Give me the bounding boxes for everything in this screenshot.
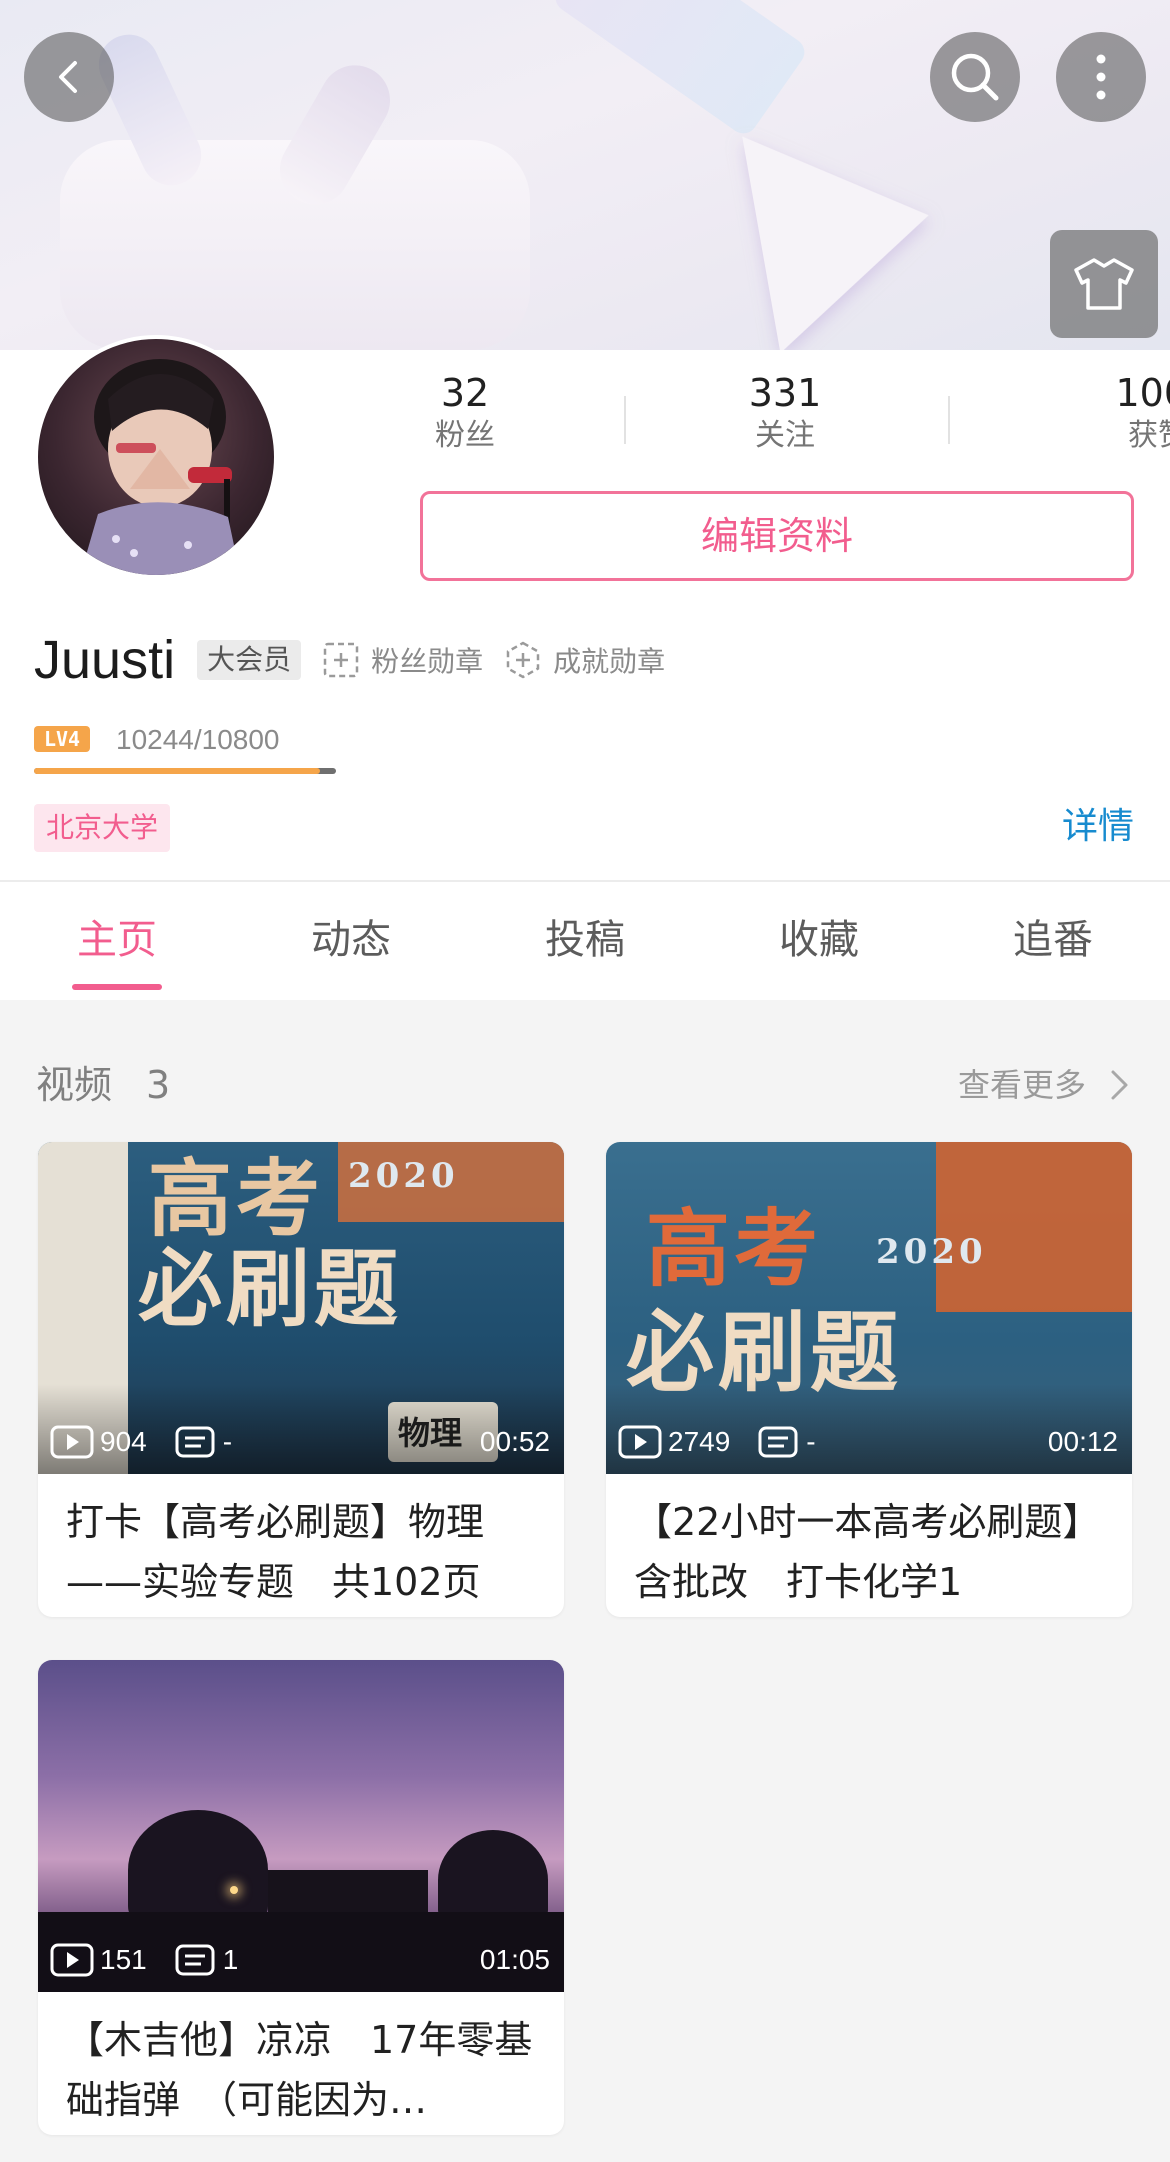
danmaku-count-value: 1: [222, 1944, 239, 1975]
level-badge: LV4: [34, 726, 90, 752]
more-button[interactable]: [1056, 32, 1146, 122]
thumb-year: 2020: [348, 1156, 459, 1196]
avatar[interactable]: [34, 335, 278, 579]
tab-submissions[interactable]: 投稿: [468, 882, 702, 1002]
video-card[interactable]: 高考 2020 必刷题 物理 904 - 00:52 打卡【高考必刷题】物理——…: [38, 1142, 564, 1617]
video-meta: 904 - 00:52: [50, 1422, 550, 1462]
video-card[interactable]: 151 1 01:05 【木吉他】凉凉 17年零基础指弹 （可能因为…: [38, 1660, 564, 2135]
achievement-badge-label: 成就勋章: [553, 645, 666, 678]
video-thumbnail: 高考 2020 必刷题 2749 - 00:12: [606, 1142, 1132, 1474]
play-count: 904: [50, 1425, 147, 1459]
tab-dynamics[interactable]: 动态: [234, 882, 468, 1002]
search-button[interactable]: [930, 32, 1020, 122]
video-title: 【22小时一本高考必刷题】含批改 打卡化学1: [634, 1500, 1101, 1604]
thumb-year: 2020: [876, 1232, 987, 1272]
school-tag[interactable]: 北京大学: [34, 804, 171, 852]
play-icon: [618, 1425, 662, 1459]
video-meta: 2749 - 00:12: [618, 1422, 1118, 1462]
add-badge-icon: [323, 642, 359, 678]
following-label: 关注: [755, 418, 815, 453]
danmaku-count: -: [173, 1425, 232, 1459]
active-tab-indicator: [72, 984, 162, 990]
back-button[interactable]: [24, 32, 114, 122]
thumb-light: [230, 1886, 238, 1894]
details-link[interactable]: 详情: [1062, 802, 1134, 852]
shirt-icon: [1074, 258, 1134, 310]
banner-decoration: [550, 0, 810, 139]
name-row: Juusti 大会员 粉丝勋章 成就勋章: [34, 630, 665, 690]
username: Juusti: [34, 630, 176, 690]
add-achievement-icon: [506, 641, 540, 679]
danmaku-icon: [175, 1426, 215, 1458]
video-duration: 01:05: [479, 1944, 550, 1975]
video-duration: 00:12: [1047, 1426, 1118, 1457]
video-meta: 151 1 01:05: [50, 1940, 550, 1980]
video-thumbnail: 151 1 01:05: [38, 1660, 564, 1992]
search-icon: [951, 53, 999, 101]
chevron-right-icon: [1111, 1070, 1128, 1100]
avatar-photo: [80, 359, 241, 575]
danmaku-icon: [175, 1944, 215, 1976]
danmaku-count-value: -: [222, 1426, 233, 1457]
danmaku-count: 1: [173, 1943, 239, 1977]
profile-tabs: 主页 动态 投稿 收藏 追番: [0, 880, 1170, 1000]
likes-count: 100: [1115, 371, 1170, 415]
exp-progress-fill: [34, 768, 321, 774]
video-card[interactable]: 高考 2020 必刷题 2749 - 00:12 【22小时一本高考必刷题】含批…: [606, 1142, 1132, 1617]
stat-following[interactable]: 331 关注: [690, 370, 880, 456]
stat-divider: [948, 396, 950, 444]
play-count-value: 904: [100, 1426, 147, 1457]
exp-text: 10244/10800: [116, 724, 280, 755]
videos-section-header: 视频 3 查看更多: [36, 1055, 1136, 1115]
danmaku-icon: [758, 1426, 798, 1458]
vip-badge[interactable]: 大会员: [197, 640, 302, 680]
profile-header: 32 粉丝 331 关注 100 获赞 编辑资料 Juusti 大会员 粉丝勋章: [0, 335, 1170, 880]
profile-stats: 32 粉丝 331 关注 100 获赞: [370, 370, 1170, 453]
chevron-left-icon: [59, 61, 77, 93]
theme-button[interactable]: [1050, 230, 1158, 338]
danmaku-count: -: [756, 1425, 816, 1459]
stat-likes[interactable]: 100 获赞: [1010, 370, 1170, 456]
tab-favorites[interactable]: 收藏: [702, 882, 936, 1002]
video-title: 【木吉他】凉凉 17年零基础指弹 （可能因为…: [66, 2018, 533, 2122]
more-vertical-icon: [1096, 54, 1106, 100]
thumb-stripe: [936, 1142, 1132, 1312]
view-more-link[interactable]: 查看更多: [958, 1055, 1136, 1115]
level-row[interactable]: LV4 10244/10800: [34, 720, 354, 780]
play-count-value: 151: [100, 1944, 147, 1975]
play-count-value: 2749: [668, 1426, 731, 1457]
achievement-badge-button[interactable]: 成就勋章: [503, 640, 665, 680]
play-icon: [50, 1943, 94, 1977]
following-count: 331: [748, 371, 822, 415]
view-more-label: 查看更多: [957, 1066, 1086, 1104]
stat-fans[interactable]: 32 粉丝: [370, 370, 560, 456]
videos-count: 3: [146, 1063, 171, 1107]
video-duration: 00:52: [479, 1426, 550, 1457]
tab-bangumi[interactable]: 追番: [936, 882, 1170, 1002]
stat-divider: [624, 396, 626, 444]
thumb-text: 必刷题: [138, 1239, 403, 1338]
profile-banner: [0, 0, 1170, 350]
play-icon: [50, 1425, 94, 1459]
edit-profile-button[interactable]: 编辑资料: [420, 491, 1134, 581]
fans-count: 32: [440, 371, 490, 415]
videos-section-title: 视频: [36, 1063, 113, 1107]
play-count: 2749: [618, 1425, 730, 1459]
fan-badge-button[interactable]: 粉丝勋章: [321, 640, 483, 680]
likes-label: 获赞: [1128, 418, 1170, 453]
fans-label: 粉丝: [435, 418, 495, 453]
danmaku-count-value: -: [806, 1426, 816, 1457]
video-title: 打卡【高考必刷题】物理——实验专题 共102页: [66, 1500, 485, 1604]
video-thumbnail: 高考 2020 必刷题 物理 904 - 00:52: [38, 1142, 564, 1474]
exp-progress-bar: [34, 768, 336, 774]
banner-play-shape: [742, 106, 948, 350]
fan-badge-label: 粉丝勋章: [371, 645, 484, 678]
play-count: 151: [50, 1943, 147, 1977]
